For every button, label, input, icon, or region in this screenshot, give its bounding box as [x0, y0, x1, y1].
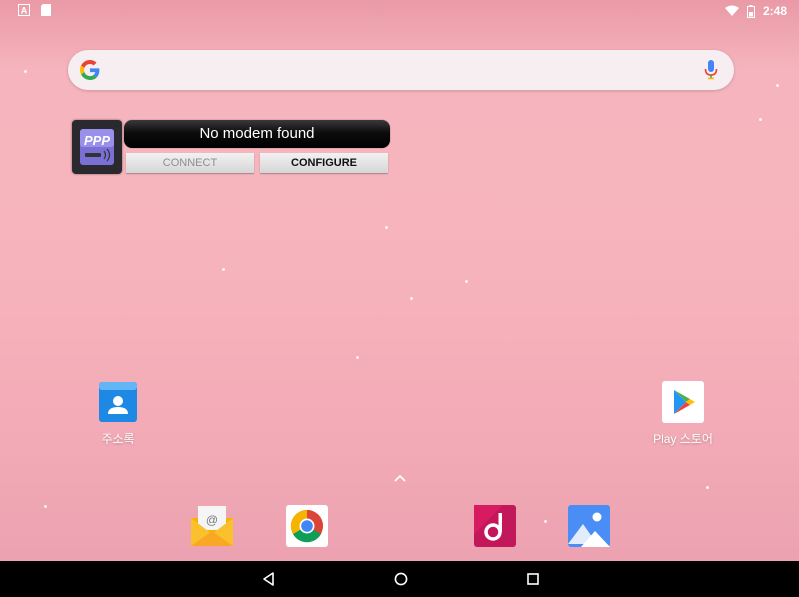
sparkle: [759, 118, 762, 121]
google-g-icon: [80, 60, 100, 80]
battery-icon: [746, 4, 755, 18]
sparkle: [222, 268, 225, 271]
clock: 2:48: [762, 4, 787, 18]
sparkle: [776, 84, 779, 87]
sd-card-icon: [41, 4, 51, 16]
svg-text:@: @: [206, 513, 218, 527]
chrome-icon[interactable]: [285, 504, 329, 548]
email-icon[interactable]: @: [190, 504, 234, 548]
configure-button[interactable]: CONFIGURE: [260, 153, 388, 173]
sparkle: [44, 505, 47, 508]
music-icon[interactable]: [473, 504, 517, 548]
gallery-icon[interactable]: [567, 504, 611, 548]
contacts-icon: [99, 382, 137, 422]
wifi-icon: [724, 5, 739, 16]
sparkle: [465, 280, 468, 283]
back-icon[interactable]: [261, 571, 277, 587]
home-icon[interactable]: [393, 571, 409, 587]
google-search-bar[interactable]: [68, 50, 734, 90]
chevron-up-icon[interactable]: [392, 472, 408, 484]
recents-icon[interactable]: [525, 571, 541, 587]
app-label: Play 스토어: [653, 432, 713, 446]
ppp-app-icon[interactable]: PPP: [72, 120, 122, 174]
connect-button[interactable]: CONNECT: [126, 153, 254, 173]
play-store-icon: [662, 381, 704, 423]
sparkle: [24, 70, 27, 73]
sparkle: [356, 356, 359, 359]
app-play-store[interactable]: Play 스토어: [643, 380, 723, 447]
sparkle: [706, 486, 709, 489]
app-contacts[interactable]: 주소록: [76, 380, 160, 447]
navigation-bar: [0, 561, 799, 597]
app-label: 주소록: [101, 432, 135, 446]
font-a-icon: A: [18, 4, 30, 16]
ppp-status-text: No modem found: [124, 120, 390, 148]
sparkle: [410, 297, 413, 300]
svg-text:A: A: [21, 6, 28, 16]
mic-icon[interactable]: [704, 60, 718, 80]
status-bar: A 2:48: [0, 0, 799, 22]
ppp-widget: PPP No modem found CONNECT CONFIGURE: [72, 120, 390, 176]
sparkle: [385, 226, 388, 229]
svg-text:PPP: PPP: [84, 133, 110, 148]
sparkle: [544, 520, 547, 523]
